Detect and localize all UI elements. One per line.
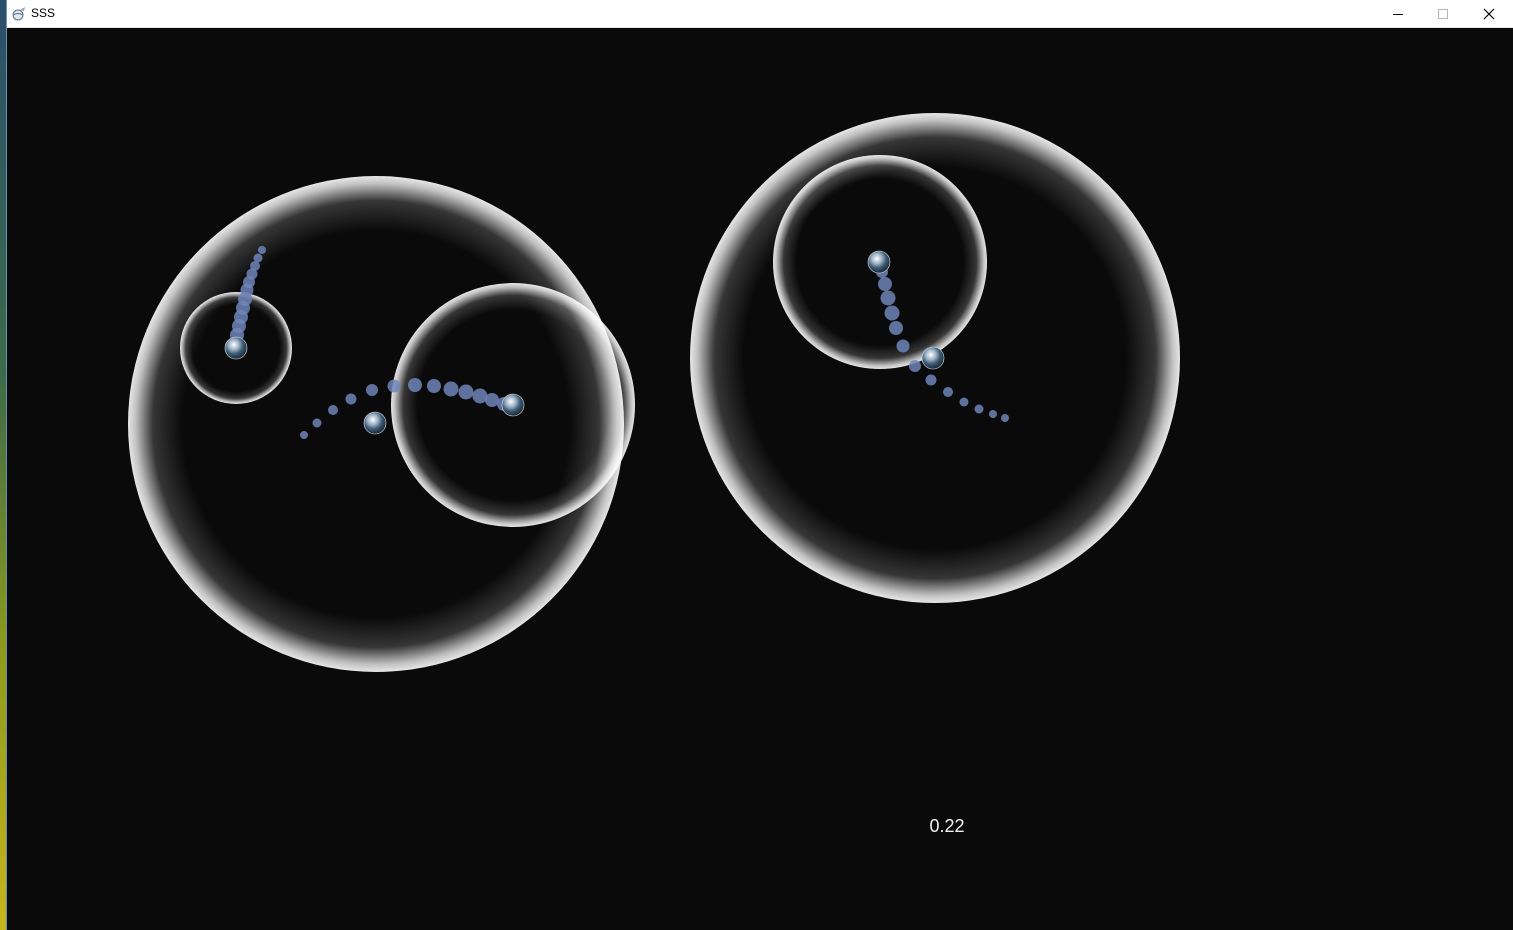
earth-planet-icon bbox=[224, 336, 248, 360]
minimize-button[interactable] bbox=[1375, 0, 1421, 27]
window-title: SSS bbox=[31, 6, 56, 20]
motion-trail-dot bbox=[943, 387, 953, 397]
close-icon bbox=[1483, 8, 1495, 19]
motion-trail-dot bbox=[896, 339, 910, 353]
simulation-canvas[interactable]: 0.22 bbox=[7, 28, 1513, 930]
close-button[interactable] bbox=[1466, 0, 1512, 27]
title-bar[interactable]: SSS bbox=[7, 0, 1513, 28]
motion-trail-dot bbox=[258, 246, 266, 254]
planet-app-icon bbox=[12, 7, 25, 21]
motion-trail-dot bbox=[878, 277, 892, 291]
earth-planet-icon bbox=[501, 393, 525, 417]
motion-trail-dot bbox=[387, 379, 401, 393]
app-window: SSS 0.22 bbox=[7, 0, 1513, 930]
motion-trail-dot bbox=[989, 410, 997, 418]
motion-trail-dot bbox=[345, 393, 357, 405]
motion-trail-dot bbox=[408, 378, 422, 392]
motion-trail-dot bbox=[1001, 414, 1009, 422]
motion-trail-dot bbox=[427, 379, 441, 393]
motion-trail-dot bbox=[312, 418, 322, 428]
motion-trail-dot bbox=[328, 405, 338, 415]
motion-trail-dot bbox=[485, 393, 499, 407]
earth-planet-icon bbox=[363, 411, 387, 435]
motion-trail-dot bbox=[880, 290, 896, 306]
orbit-scene bbox=[128, 113, 1180, 672]
motion-trail-dot bbox=[889, 321, 903, 335]
motion-trail-dot bbox=[443, 381, 459, 397]
earth-planet-icon bbox=[867, 250, 891, 274]
motion-trail-dot bbox=[884, 305, 900, 321]
simulation-readout: 0.22 bbox=[929, 816, 965, 836]
motion-trail-dot bbox=[300, 431, 308, 439]
motion-trail-dot bbox=[909, 360, 921, 372]
motion-trail-dot bbox=[925, 374, 937, 386]
motion-trail-dot bbox=[974, 404, 984, 414]
maximize-icon bbox=[1438, 8, 1448, 19]
motion-trail-dot bbox=[959, 397, 969, 407]
earth-planet-icon bbox=[921, 346, 945, 370]
motion-trail-dot bbox=[366, 384, 378, 396]
motion-trail-dot bbox=[458, 384, 474, 400]
minimize-icon bbox=[1393, 13, 1403, 15]
maximize-button[interactable] bbox=[1420, 0, 1466, 27]
